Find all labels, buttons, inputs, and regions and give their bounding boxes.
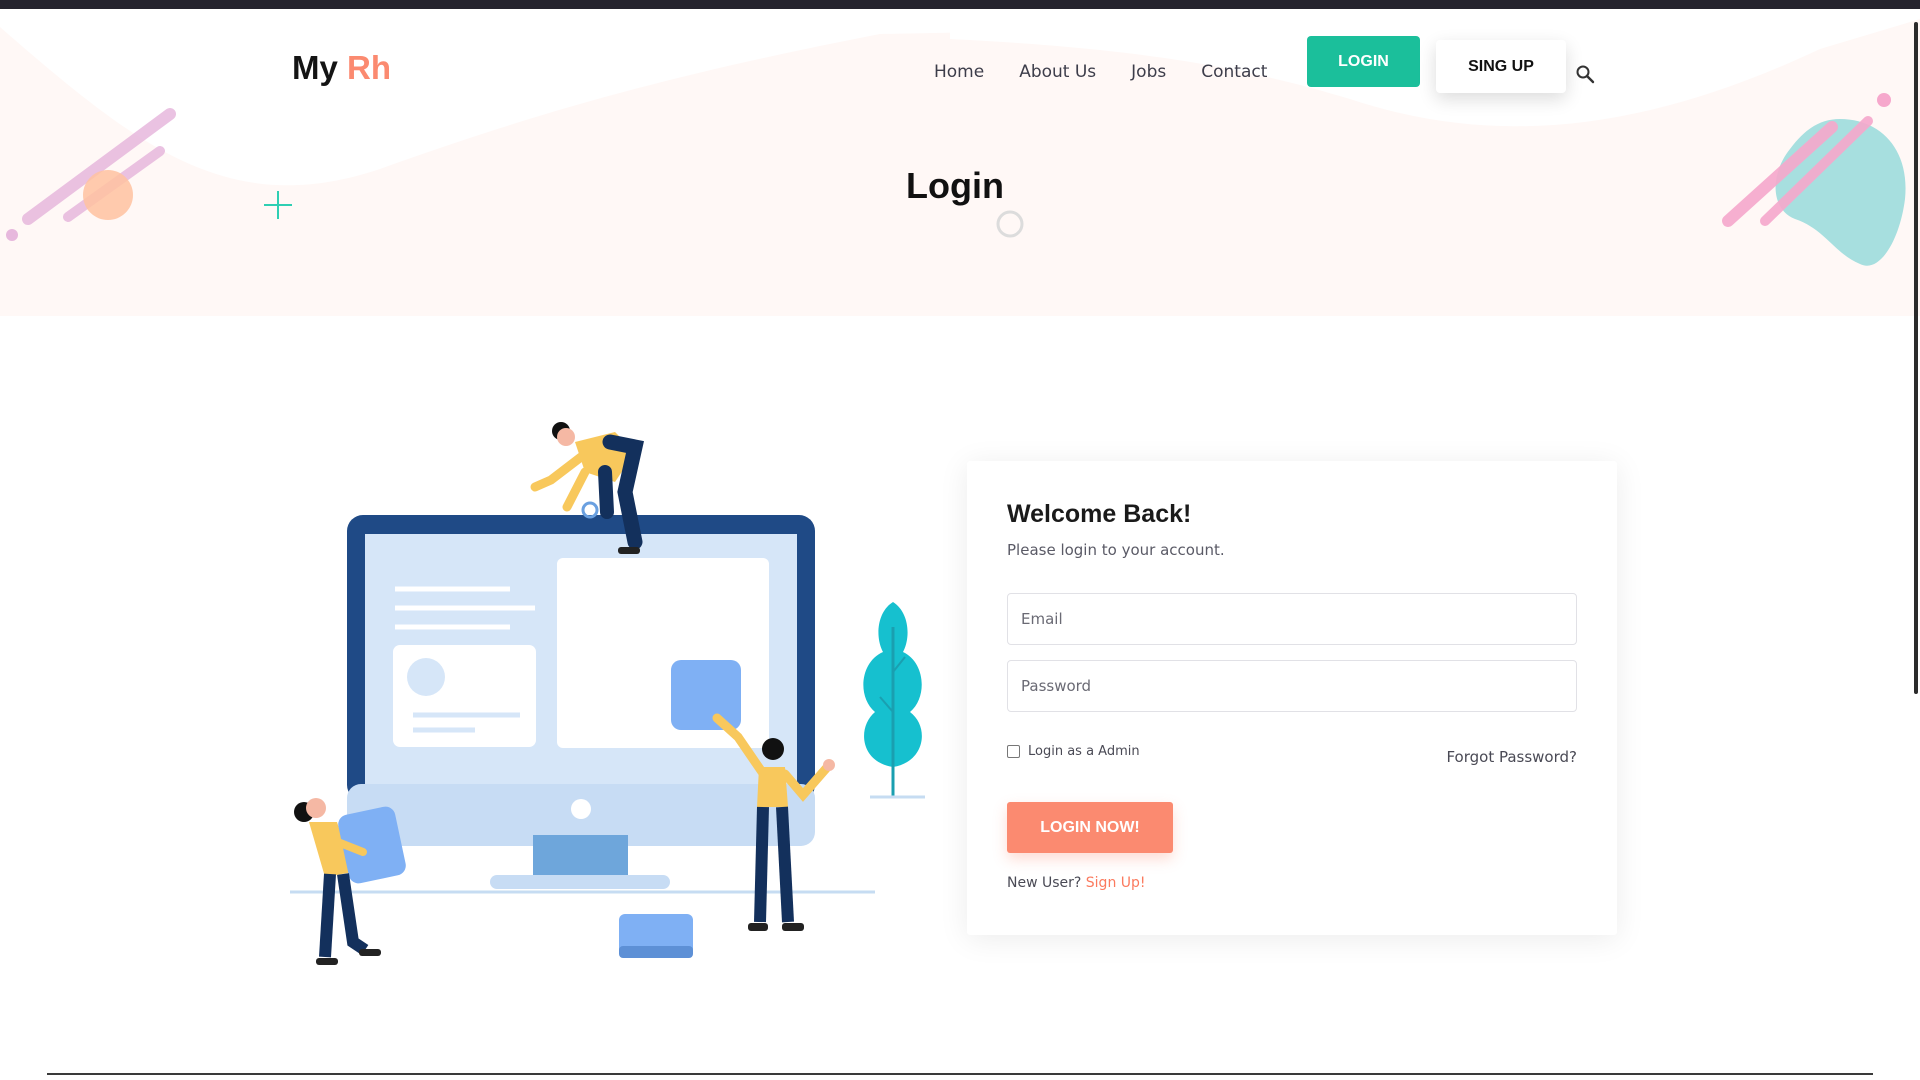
new-user-line: New User? Sign Up! bbox=[1007, 875, 1146, 891]
brand-suffix: Rh bbox=[347, 49, 392, 86]
window-top-bar bbox=[0, 0, 1920, 9]
nav-item-home[interactable]: Home bbox=[934, 62, 984, 82]
email-field[interactable] bbox=[1007, 593, 1577, 645]
login-submit-button[interactable]: LOGIN NOW! bbox=[1007, 802, 1173, 853]
admin-checkbox-label: Login as a Admin bbox=[1028, 744, 1140, 759]
footer-divider bbox=[47, 1073, 1873, 1075]
hero-banner: My Rh Home About Us Jobs Contact LOGIN S… bbox=[0, 9, 1920, 316]
new-user-text: New User? bbox=[1007, 875, 1082, 891]
forgot-password-link[interactable]: Forgot Password? bbox=[1446, 748, 1577, 766]
header-login-button[interactable]: LOGIN bbox=[1307, 36, 1420, 87]
welcome-subtitle: Please login to your account. bbox=[1007, 541, 1225, 559]
vertical-scrollbar[interactable] bbox=[1914, 22, 1918, 694]
main-nav: Home About Us Jobs Contact bbox=[934, 62, 1267, 82]
header-signup-button[interactable]: SING UP bbox=[1436, 40, 1566, 93]
page-title: Login bbox=[906, 165, 1004, 206]
admin-checkbox[interactable] bbox=[1007, 745, 1020, 758]
brand-prefix: My bbox=[292, 49, 338, 86]
welcome-heading: Welcome Back! bbox=[1007, 500, 1192, 528]
login-card: Welcome Back! Please login to your accou… bbox=[967, 461, 1617, 935]
login-illustration bbox=[290, 422, 925, 965]
signup-link[interactable]: Sign Up! bbox=[1086, 875, 1146, 891]
search-icon[interactable] bbox=[1575, 64, 1595, 84]
password-field[interactable] bbox=[1007, 660, 1577, 712]
brand-logo[interactable]: My Rh bbox=[292, 49, 391, 87]
nav-item-contact[interactable]: Contact bbox=[1201, 62, 1267, 82]
hero-background bbox=[0, 9, 1920, 316]
nav-item-about-us[interactable]: About Us bbox=[1019, 62, 1096, 82]
admin-login-option[interactable]: Login as a Admin bbox=[1007, 744, 1140, 759]
nav-item-jobs[interactable]: Jobs bbox=[1131, 62, 1166, 82]
